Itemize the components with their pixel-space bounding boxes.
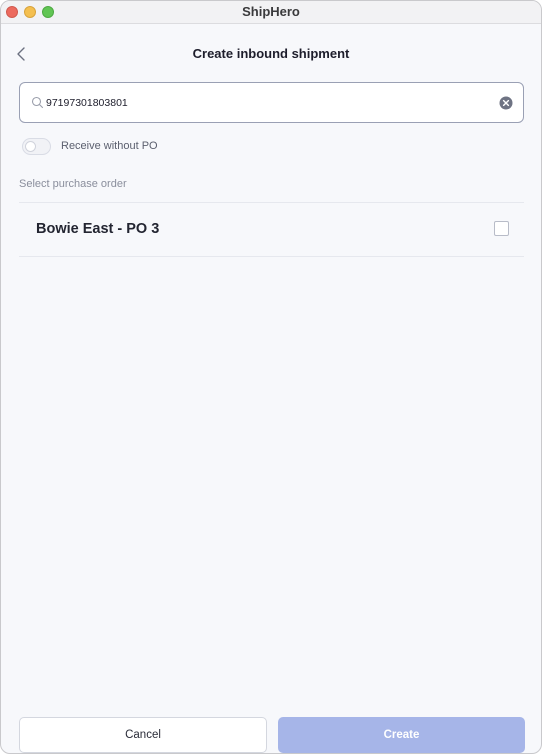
purchase-order-checkbox[interactable] xyxy=(494,221,509,236)
search-input[interactable] xyxy=(46,92,486,114)
list-divider-bottom xyxy=(19,256,524,257)
title-bar: ShipHero xyxy=(1,1,541,24)
receive-without-po-toggle[interactable] xyxy=(22,138,51,155)
page-title: Create inbound shipment xyxy=(192,46,350,61)
receive-without-po-label: Receive without PO xyxy=(61,140,158,152)
search-field[interactable] xyxy=(19,82,524,123)
toggle-knob xyxy=(25,141,36,152)
purchase-order-name: Bowie East - PO 3 xyxy=(36,221,160,237)
select-purchase-order-label: Select purchase order xyxy=(19,178,127,190)
cancel-button[interactable]: Cancel xyxy=(19,717,267,753)
clear-circle-icon[interactable] xyxy=(499,96,513,110)
app-title: ShipHero xyxy=(242,4,300,19)
create-button[interactable]: Create xyxy=(278,717,525,753)
search-icon xyxy=(31,96,44,109)
app-window: ShipHero Create inbound shipment Receive… xyxy=(0,0,542,754)
purchase-order-row[interactable]: Bowie East - PO 3 xyxy=(19,203,524,256)
